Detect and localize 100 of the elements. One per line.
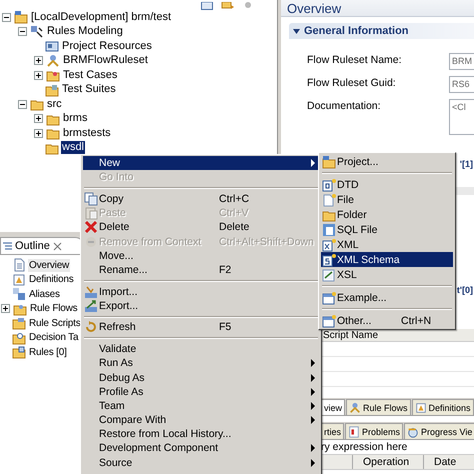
xsl-file-icon xyxy=(322,268,336,282)
collapse-toggle[interactable] xyxy=(2,12,11,22)
file-icon xyxy=(322,192,336,206)
menu-item[interactable]: New xyxy=(83,156,319,170)
menu-item[interactable]: Delete Delete xyxy=(83,220,319,234)
menu-item[interactable]: Validate xyxy=(83,342,319,356)
xml-file-icon xyxy=(322,238,336,252)
menu-item[interactable]: Rename... F2 xyxy=(83,262,319,277)
column-header[interactable]: Operation xyxy=(352,455,423,469)
resources-icon xyxy=(45,39,59,54)
menu-item[interactable]: XML Schema xyxy=(321,252,453,267)
menu-item[interactable]: Run As xyxy=(83,356,319,370)
tree-item[interactable]: [LocalDevelopment] brm/test xyxy=(30,10,172,24)
panel-tab[interactable]: Progress Vie xyxy=(404,423,474,439)
flow-icon xyxy=(349,402,362,414)
section-header[interactable]: General Information xyxy=(289,23,474,39)
submenu-arrow-icon xyxy=(311,159,315,168)
project-folder-icon xyxy=(14,10,28,24)
section-title: '[1] xyxy=(460,159,473,169)
text-field[interactable]: <Cl xyxy=(449,99,474,135)
collapse-icon xyxy=(293,28,300,34)
text-field[interactable]: RS6 xyxy=(449,76,474,93)
expand-toggle[interactable] xyxy=(1,304,10,314)
field-label: Flow Ruleset Guid: xyxy=(307,76,396,91)
tree-item[interactable]: wsdl xyxy=(61,141,86,154)
menu-item[interactable]: XSL xyxy=(321,267,453,282)
section-title: t'[0] xyxy=(456,285,473,295)
schema-file-icon xyxy=(322,252,336,266)
expand-toggle[interactable] xyxy=(34,128,43,138)
import-icon xyxy=(84,284,98,299)
menu-item[interactable]: Project... xyxy=(321,154,453,169)
menu-item[interactable]: Example... xyxy=(321,290,453,305)
tree-item[interactable]: Overview xyxy=(28,258,70,272)
close-icon[interactable] xyxy=(52,242,62,250)
save-icon[interactable] xyxy=(201,2,213,10)
tree-item[interactable]: Decision Ta xyxy=(28,331,80,344)
definition-icon xyxy=(414,402,427,414)
tree-item[interactable]: Test Cases xyxy=(62,68,118,82)
menu-item[interactable]: Debug As xyxy=(83,370,319,385)
panel-tab[interactable]: Problems xyxy=(345,423,404,439)
menu-item[interactable]: Source xyxy=(83,456,319,470)
folder-icon xyxy=(45,82,59,97)
menu-item[interactable]: Folder xyxy=(321,207,453,222)
tree-item[interactable]: Rule Scripts xyxy=(28,316,82,330)
folder-icon xyxy=(12,345,26,360)
menu-item[interactable]: Move... xyxy=(83,248,319,263)
editor-tab[interactable]: view xyxy=(321,399,346,415)
tree-item[interactable]: brmstests xyxy=(62,126,112,140)
folder-icon xyxy=(12,316,26,330)
folder-icon xyxy=(12,330,26,345)
menu-item[interactable]: Export... xyxy=(83,298,319,313)
menu-item[interactable]: SQL File xyxy=(321,222,453,237)
progress-icon xyxy=(407,426,420,438)
column-header[interactable]: Date xyxy=(423,455,474,469)
menu-item[interactable]: Copy Ctrl+C xyxy=(83,192,319,206)
text-field[interactable]: BRM xyxy=(449,53,474,70)
refresh-icon xyxy=(84,320,98,334)
menu-item[interactable]: Development Component xyxy=(83,441,319,456)
model-icon xyxy=(30,24,44,39)
menu-item[interactable]: Import... xyxy=(83,284,319,299)
tree-item[interactable]: Test Suites xyxy=(61,83,117,96)
collapse-toggle[interactable] xyxy=(18,27,27,36)
project-folder-icon xyxy=(322,154,336,168)
tree-item[interactable]: src xyxy=(46,98,63,111)
tree-item[interactable]: Rules Modeling xyxy=(46,25,124,38)
menu-item[interactable]: Profile As xyxy=(83,384,319,399)
menu-item[interactable]: Restore from Local History... xyxy=(83,427,319,442)
menu-item[interactable]: Compare With xyxy=(83,413,319,428)
menu-item[interactable]: Other... Ctrl+N xyxy=(321,313,453,328)
field-label: Flow Ruleset Name: xyxy=(307,53,402,68)
menu-item[interactable]: XML xyxy=(321,237,453,252)
tree-item[interactable]: Rules [0] xyxy=(28,346,68,359)
expand-toggle[interactable] xyxy=(34,56,43,66)
remove-icon xyxy=(84,234,98,249)
expand-toggle[interactable] xyxy=(34,114,43,124)
tree-item[interactable]: brms xyxy=(62,112,88,126)
document-icon xyxy=(12,258,26,272)
editor-tab[interactable]: Rule Flows xyxy=(346,399,411,415)
clipboard-icon xyxy=(84,206,98,220)
expand-toggle[interactable] xyxy=(34,70,43,80)
wizard-icon xyxy=(322,314,336,328)
tree-item[interactable]: Project Resources xyxy=(61,40,153,53)
menu-item[interactable]: Team xyxy=(83,398,319,413)
table-header: Script Name xyxy=(321,329,474,342)
problems-icon xyxy=(348,426,360,438)
flow-icon xyxy=(46,54,60,68)
menu-item[interactable]: File xyxy=(321,192,453,207)
menu-item[interactable]: Refresh F5 xyxy=(83,320,319,335)
editor-tab[interactable]: Definitions xyxy=(412,399,474,415)
tree-item[interactable]: Definitions xyxy=(28,273,74,286)
collapse-toggle[interactable] xyxy=(18,100,27,109)
alias-icon xyxy=(12,287,26,302)
tree-item[interactable]: BRMFlowRuleset xyxy=(62,54,149,68)
tree-item[interactable]: Rule Flows xyxy=(29,302,78,316)
panel-tab[interactable]: rties xyxy=(321,423,344,439)
export-icon xyxy=(84,298,98,313)
link-icon[interactable] xyxy=(221,2,235,10)
definition-icon xyxy=(12,272,26,287)
menu-item[interactable]: DTD xyxy=(321,177,453,192)
tree-item[interactable]: Aliases xyxy=(28,288,61,301)
